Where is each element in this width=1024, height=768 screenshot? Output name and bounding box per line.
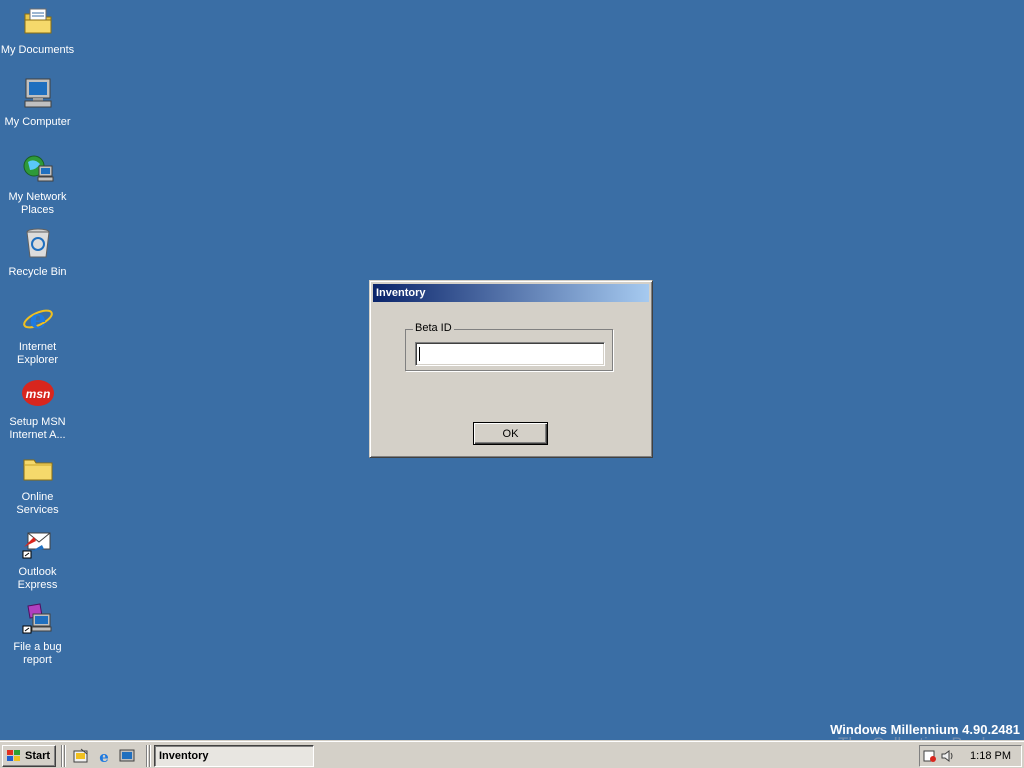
internet-explorer-quicklaunch-icon[interactable]: e — [95, 747, 113, 765]
desktop-icon-setup-msn[interactable]: msn Setup MSN Internet A... — [0, 376, 75, 442]
taskbar-separator — [64, 745, 66, 767]
start-label: Start — [25, 750, 51, 762]
dialog-title: Inventory — [376, 287, 426, 299]
svg-text:msn: msn — [25, 387, 50, 401]
inventory-dialog: Inventory Beta ID OK — [369, 280, 653, 458]
taskbar-button-inventory[interactable]: Inventory — [154, 745, 314, 767]
desktop-icon-label: Internet Explorer — [17, 341, 58, 366]
taskbar-button-label: Inventory — [159, 750, 209, 762]
taskbar-separator — [61, 745, 63, 767]
network-globe-icon — [21, 151, 55, 185]
desktop-icon-my-documents[interactable]: My Documents — [0, 4, 75, 57]
taskbar: Start e Inventory 1:18 PM — [0, 740, 1024, 768]
svg-text:e: e — [99, 748, 109, 764]
desktop-icon-online-services[interactable]: Online Services — [0, 451, 75, 517]
desktop-icon-label: File a bug report — [13, 641, 62, 666]
svg-text:e: e — [29, 305, 46, 334]
desktop-icon-internet-explorer[interactable]: e Internet Explorer — [0, 301, 75, 367]
msn-butterfly-icon: msn — [21, 376, 55, 410]
bug-report-icon — [21, 601, 55, 635]
scheduled-tasks-icon[interactable] — [923, 749, 937, 763]
system-tray: 1:18 PM — [919, 745, 1022, 767]
view-channels-icon[interactable] — [118, 747, 136, 765]
desktop-icon-my-computer[interactable]: My Computer — [0, 76, 75, 129]
internet-explorer-icon: e — [21, 301, 55, 335]
volume-speaker-icon[interactable] — [940, 749, 954, 763]
folder-icon — [21, 451, 55, 485]
ok-button-label: OK — [502, 427, 519, 440]
os-version-watermark: Windows Millennium 4.90.2481 — [830, 722, 1020, 737]
show-desktop-icon[interactable] — [72, 747, 90, 765]
desktop-icon-file-a-bug-report[interactable]: File a bug report — [0, 601, 75, 667]
beta-id-groupbox: Beta ID — [405, 322, 613, 371]
desktop-icon-outlook-express[interactable]: Outlook Express — [0, 526, 75, 592]
taskbar-separator — [146, 745, 148, 767]
taskbar-clock[interactable]: 1:18 PM — [970, 750, 1011, 762]
desktop-icon-label: My Documents — [0, 44, 75, 56]
dialog-titlebar[interactable]: Inventory — [373, 284, 649, 302]
taskbar-separator — [149, 745, 151, 767]
ok-button[interactable]: OK — [473, 422, 548, 445]
beta-id-input[interactable] — [415, 342, 605, 366]
folder-documents-icon — [21, 4, 55, 38]
outlook-express-icon — [21, 526, 55, 560]
computer-icon — [21, 76, 55, 110]
desktop-icon-my-network-places[interactable]: My Network Places — [0, 151, 75, 217]
desktop-icon-label: Online Services — [16, 491, 59, 516]
windows-flag-icon — [6, 749, 22, 763]
desktop-icon-label: Recycle Bin — [8, 266, 67, 278]
recycle-bin-icon — [21, 226, 55, 260]
desktop-icon-label: Outlook Express — [17, 566, 58, 591]
beta-id-label: Beta ID — [413, 322, 454, 334]
desktop-icon-label: Setup MSN Internet A... — [9, 416, 66, 441]
desktop-icon-label: My Computer — [4, 116, 71, 128]
text-caret — [419, 347, 420, 361]
start-button[interactable]: Start — [2, 745, 56, 767]
desktop-icon-label: My Network Places — [8, 191, 67, 216]
desktop-icon-recycle-bin[interactable]: Recycle Bin — [0, 226, 75, 279]
